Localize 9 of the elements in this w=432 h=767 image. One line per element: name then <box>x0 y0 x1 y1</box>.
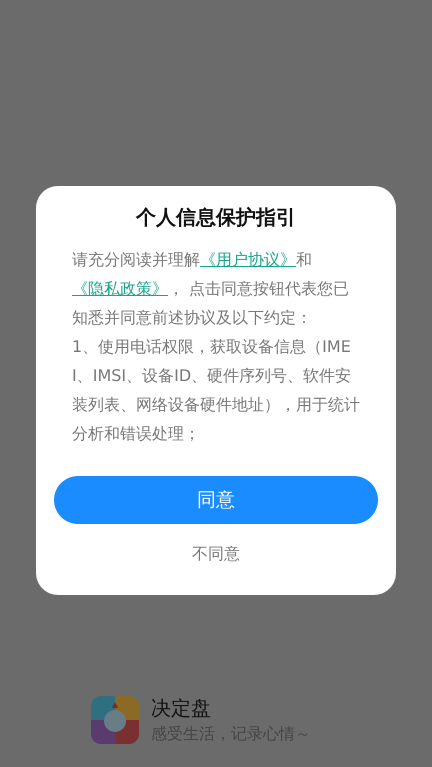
app-name: 决定盘 <box>151 695 212 722</box>
terms-link[interactable]: 《用户协议》 <box>200 250 296 269</box>
app-icon <box>91 696 139 744</box>
permission-paragraph: 1、使用电话权限，获取设备信息（IMEI、IMSI、设备ID、硬件序列号、软件安装列表、网络设备硬件地址），用于统计分析和错误处理； <box>72 336 360 445</box>
agree-button[interactable]: 同意 <box>54 476 378 524</box>
consent-paragraph: 请充分阅读并理解《用户协议》和 《隐私政策》， 点击同意按钮代表您已知悉并同意前述协议及以下约定： <box>72 249 350 329</box>
dialog-title: 个人信息保护指引 <box>136 204 296 231</box>
decline-button[interactable]: 不同意 <box>184 540 248 569</box>
privacy-link[interactable]: 《隐私政策》 <box>72 279 168 298</box>
